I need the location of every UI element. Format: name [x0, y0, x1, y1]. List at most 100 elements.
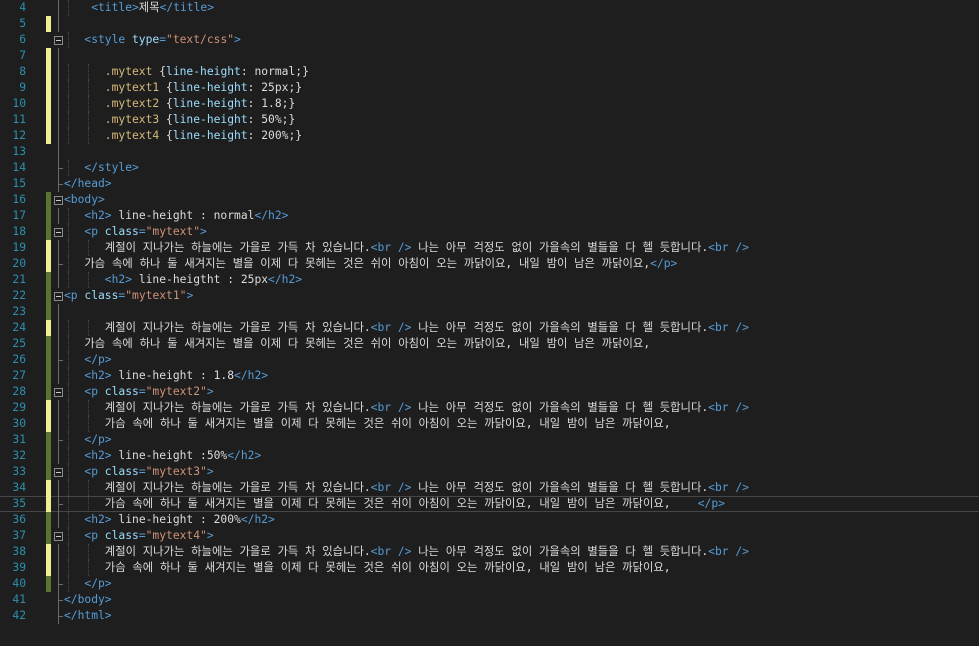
code-text: .mytext4 {line-height: 200%;}: [105, 128, 302, 144]
code-text: </head>: [64, 176, 112, 192]
indent-guide: [68, 112, 69, 128]
line-number: 34: [12, 481, 26, 494]
tag-token: <br />: [708, 481, 749, 494]
code-line[interactable]: 6 <style type="text/css">: [0, 32, 979, 48]
code-editor[interactable]: 4 <title>제목</title> 5 6 <style type="text/cs…: [0, 0, 979, 646]
code-line[interactable]: 29 계절이 지나가는 하늘에는 가을로 가득 차 있습니다.<br /> 나는 …: [0, 400, 979, 416]
code-line[interactable]: 4 <title>제목</title>: [0, 0, 979, 16]
fold-guide: [58, 160, 63, 176]
change-marker: [46, 192, 51, 208]
code-text: 가슴 속에 하나 둘 새겨지는 별을 이제 다 못헤는 것은 쉬이 아침이 오는…: [84, 256, 677, 272]
indent-guide: [68, 560, 69, 576]
code-text: .mytext2 {line-height: 1.8;}: [105, 96, 295, 112]
code-line[interactable]: 13: [0, 144, 979, 160]
code-line[interactable]: 34 계절이 지나가는 하늘에는 가을로 가득 차 있습니다.<br /> 나는 …: [0, 480, 979, 496]
code-line[interactable]: 5: [0, 16, 979, 32]
fold-guide: [58, 176, 63, 192]
change-marker: [46, 496, 51, 512]
text-token: 계절이 지나가는 하늘에는 가을로 가득 차 있습니다.: [104, 241, 371, 254]
code-line[interactable]: 40 </p>: [0, 576, 979, 592]
code-line[interactable]: 28 <p class="mytext2">: [0, 384, 979, 400]
text-token: line-height :50%: [111, 449, 228, 462]
code-line[interactable]: 9 .mytext1 {line-height: 25px;}: [0, 80, 979, 96]
code-line[interactable]: 30 가슴 속에 하나 둘 새겨지는 별을 이제 다 못헤는 것은 쉬이 아침이 …: [0, 416, 979, 432]
text-token: 나는 아무 걱정도 없이 가을속의 별들을 다 헬 듯합니다.: [411, 401, 709, 414]
tag-token: </h2>: [254, 209, 289, 222]
fold-guide: [58, 432, 63, 448]
fold-guide: [58, 64, 59, 80]
code-line[interactable]: 27 <h2> line-height : 1.8</h2>: [0, 368, 979, 384]
code-line[interactable]: 39 가슴 속에 하나 둘 새겨지는 별을 이제 다 못헤는 것은 쉬이 아침이 …: [0, 560, 979, 576]
code-line[interactable]: 38 계절이 지나가는 하늘에는 가을로 가득 차 있습니다.<br /> 나는 …: [0, 544, 979, 560]
code-line[interactable]: 25 가슴 속에 하나 둘 새겨지는 별을 이제 다 못헤는 것은 쉬이 아침이 …: [0, 336, 979, 352]
tag-token: <br />: [708, 321, 749, 334]
code-line[interactable]: 14 </style>: [0, 160, 979, 176]
line-number: 36: [12, 513, 26, 526]
code-text: 계절이 지나가는 하늘에는 가을로 가득 차 있습니다.<br /> 나는 아무…: [105, 400, 749, 416]
indent-guide: [88, 112, 90, 128]
property-token: line-height: [172, 97, 248, 110]
indent-guide: [88, 240, 90, 256]
line-number: 12: [12, 129, 26, 142]
indent-guide: [68, 352, 69, 368]
code-line[interactable]: 33 <p class="mytext3">: [0, 464, 979, 480]
tag-token: <p: [84, 529, 105, 542]
code-line[interactable]: 23: [0, 304, 979, 320]
collapse-icon[interactable]: [54, 532, 63, 541]
code-line[interactable]: 24 계절이 지나가는 하늘에는 가을로 가득 차 있습니다.<br /> 나는 …: [0, 320, 979, 336]
code-line[interactable]: 15 </head>: [0, 176, 979, 192]
code-line[interactable]: 19 계절이 지나가는 하늘에는 가을로 가득 차 있습니다.<br /> 나는 …: [0, 240, 979, 256]
code-line[interactable]: 16 <body>: [0, 192, 979, 208]
code-line[interactable]: 35 가슴 속에 하나 둘 새겨지는 별을 이제 다 못헤는 것은 쉬이 아침이 …: [0, 496, 979, 512]
code-line[interactable]: 31 </p>: [0, 432, 979, 448]
tag-token: <p: [84, 225, 105, 238]
line-number: 15: [12, 177, 26, 190]
collapse-icon[interactable]: [54, 292, 63, 301]
text-token: line-height : normal: [111, 209, 255, 222]
change-marker: [46, 464, 51, 480]
attribute-token: class: [104, 529, 139, 542]
code-text: </p>: [84, 432, 111, 448]
code-line[interactable]: 26 </p>: [0, 352, 979, 368]
line-number: 40: [12, 577, 26, 590]
fold-guide: [58, 512, 59, 528]
code-line[interactable]: 21 <h2> line-heigtht : 25px</h2>: [0, 272, 979, 288]
code-line[interactable]: 37 <p class="mytext4">: [0, 528, 979, 544]
code-line[interactable]: 17 <h2> line-height : normal</h2>: [0, 208, 979, 224]
collapse-icon[interactable]: [54, 388, 63, 397]
attribute-token: class: [104, 225, 139, 238]
text-token: : 1.8;}: [247, 97, 296, 110]
text-token: 가슴 속에 하나 둘 새겨지는 별을 이제 다 못헤는 것은 쉬이 아침이 오는…: [104, 561, 671, 574]
code-text: <style type="text/css">: [84, 32, 240, 48]
code-line[interactable]: 42 </html>: [0, 608, 979, 624]
fold-guide: [58, 544, 59, 560]
change-marker: [46, 64, 51, 80]
code-line[interactable]: 11 .mytext3 {line-height: 50%;}: [0, 112, 979, 128]
indent-guide: [68, 464, 69, 480]
tag-token: </p>: [650, 257, 678, 270]
code-line[interactable]: 41 </body>: [0, 592, 979, 608]
collapse-icon[interactable]: [54, 196, 63, 205]
attribute-token: class: [84, 289, 119, 302]
indent-guide: [68, 496, 69, 512]
code-line[interactable]: 8 .mytext {line-height: normal;}: [0, 64, 979, 80]
tag-token: </h2>: [268, 273, 303, 286]
code-line[interactable]: 18 <p class="mytext">: [0, 224, 979, 240]
collapse-icon[interactable]: [54, 36, 63, 45]
selector-token: .mytext3: [104, 113, 167, 126]
fold-guide: [58, 96, 59, 112]
code-line[interactable]: 22 <p class="mytext1">: [0, 288, 979, 304]
text-token: 나는 아무 걱정도 없이 가을속의 별들을 다 헬 듯합니다.: [411, 481, 709, 494]
collapse-icon[interactable]: [54, 468, 63, 477]
code-line[interactable]: 32 <h2> line-height :50%</h2>: [0, 448, 979, 464]
code-text: 가슴 속에 하나 둘 새겨지는 별을 이제 다 못헤는 것은 쉬이 아침이 오는…: [84, 336, 650, 352]
code-line[interactable]: 7: [0, 48, 979, 64]
collapse-icon[interactable]: [54, 228, 63, 237]
code-line[interactable]: 12 .mytext4 {line-height: 200%;}: [0, 128, 979, 144]
line-number: 7: [19, 49, 26, 62]
code-line[interactable]: 36 <h2> line-height : 200%</h2>: [0, 512, 979, 528]
code-line[interactable]: 20 가슴 속에 하나 둘 새겨지는 별을 이제 다 못헤는 것은 쉬이 아침이 …: [0, 256, 979, 272]
tag-token: >: [206, 465, 214, 478]
code-line[interactable]: 10 .mytext2 {line-height: 1.8;}: [0, 96, 979, 112]
change-marker: [46, 560, 51, 576]
